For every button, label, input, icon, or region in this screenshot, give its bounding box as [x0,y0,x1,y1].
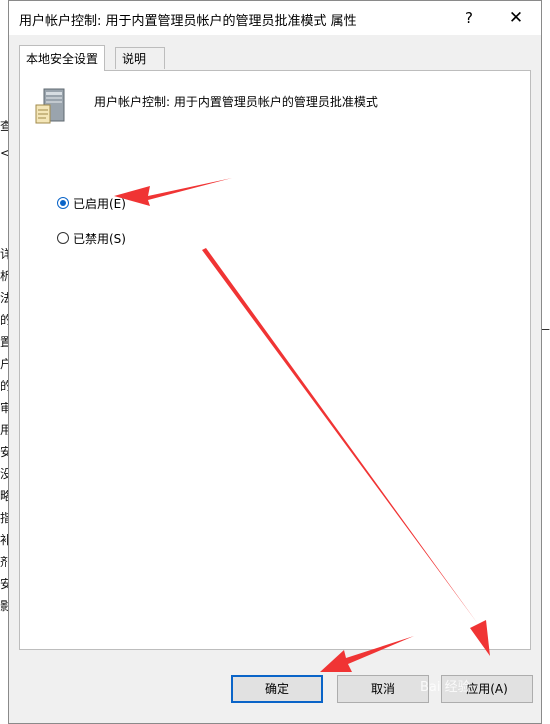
cancel-button[interactable]: 取消 [337,675,429,703]
enabled-option[interactable]: 已启用(E) [57,194,126,212]
policy-title: 用户帐户控制: 用于内置管理员帐户的管理员批准模式 [94,95,378,109]
title-bar[interactable]: 用户帐户控制: 用于内置管理员帐户的管理员批准模式 属性 ? ✕ [9,1,541,35]
server-policy-icon [35,88,65,124]
ok-button[interactable]: 确定 [231,675,323,703]
enabled-label[interactable]: 已启用(E) [73,195,126,212]
help-button[interactable]: ? [454,3,484,33]
disabled-option[interactable]: 已禁用(S) [57,229,126,247]
disabled-label[interactable]: 已禁用(S) [73,230,126,247]
tab-explain[interactable]: 说明 [115,47,165,69]
tab-panel: 用户帐户控制: 用于内置管理员帐户的管理员批准模式 已启用(E) 已禁用(S) [19,70,531,650]
dialog-title: 用户帐户控制: 用于内置管理员帐户的管理员批准模式 属性 [19,14,357,29]
close-button[interactable]: ✕ [499,3,533,33]
enabled-radio[interactable] [57,197,69,209]
background-window-right: — [538,0,550,724]
disabled-radio[interactable] [57,232,69,244]
watermark: Bai 经验 [420,680,471,695]
properties-dialog: 用户帐户控制: 用于内置管理员帐户的管理员批准模式 属性 ? ✕ 本地安全设置 … [8,0,542,724]
tab-local-security-setting[interactable]: 本地安全设置 [19,45,106,71]
